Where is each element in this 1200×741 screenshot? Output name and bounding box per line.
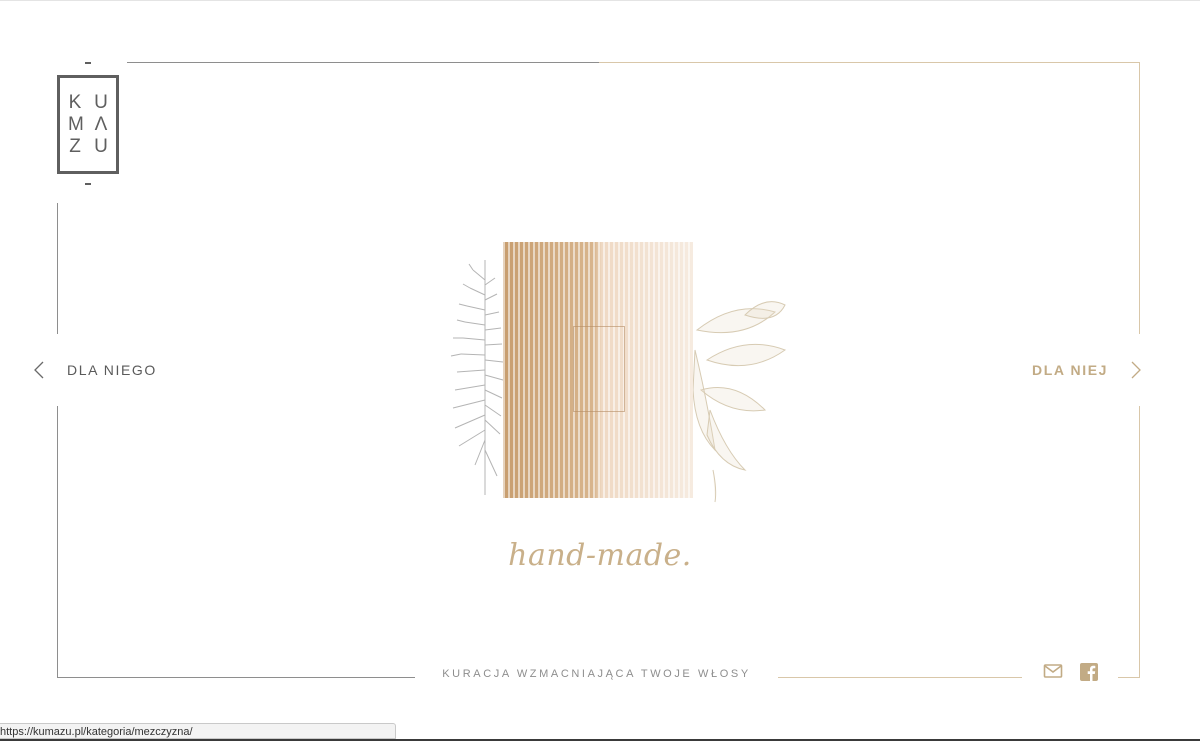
- box-logo-mark: [573, 326, 625, 412]
- browser-status-bar: https://kumazu.pl/kategoria/mezczyzna/: [0, 723, 396, 739]
- logo-row: K U: [68, 93, 108, 112]
- hero-tagline: hand-made.: [508, 538, 692, 573]
- page: K U M Λ Z U DLA NIEGO DLA NIEJ hand-made…: [0, 0, 1200, 741]
- frame-line-bottom-left: [57, 677, 415, 678]
- product-box: [503, 242, 693, 498]
- facebook-icon: [1080, 663, 1098, 681]
- logo-letter: U: [94, 92, 108, 113]
- frame-line-bottom-end: [1118, 677, 1140, 678]
- nav-dla-niego-link[interactable]: DLA NIEGO: [33, 356, 157, 384]
- frame-line-bottom-right: [778, 677, 1022, 678]
- brand-logo[interactable]: K U M Λ Z U: [57, 75, 119, 174]
- frame-line-right-upper: [1139, 62, 1140, 334]
- product-hero: [445, 240, 795, 505]
- chevron-right-icon: [1131, 361, 1141, 379]
- footer-subtitle: KURACJA WZMACNIAJĄCA TWOJE WŁOSY: [442, 668, 751, 680]
- logo-row: M Λ: [68, 115, 108, 134]
- nav-right-label: DLA NIEJ: [1032, 362, 1109, 378]
- logo-letter: Z: [69, 136, 81, 157]
- frame-line-top-right: [599, 62, 1140, 63]
- status-url: https://kumazu.pl/kategoria/mezczyzna/: [0, 726, 193, 738]
- mail-icon: [1043, 664, 1063, 678]
- logo-letter: U: [94, 136, 108, 157]
- top-divider: [0, 0, 1200, 1]
- frame-line-left-lower: [57, 406, 58, 678]
- logo-letter: M: [68, 114, 84, 135]
- logo-letter: Λ: [94, 114, 108, 135]
- logo-row: Z U: [68, 137, 108, 156]
- frame-line-top-left: [127, 62, 599, 63]
- nav-dla-niej-link[interactable]: DLA NIEJ: [1032, 356, 1142, 384]
- frame-line-left-upper: [57, 203, 58, 334]
- logo-dash-top: [85, 62, 91, 64]
- chevron-left-icon: [34, 361, 44, 379]
- logo-letter: K: [68, 92, 82, 113]
- nav-left-label: DLA NIEGO: [67, 362, 157, 378]
- mail-link[interactable]: [1043, 662, 1063, 685]
- logo-dash-bottom: [85, 183, 91, 185]
- facebook-link[interactable]: [1079, 662, 1099, 687]
- frame-line-right-lower: [1139, 406, 1140, 678]
